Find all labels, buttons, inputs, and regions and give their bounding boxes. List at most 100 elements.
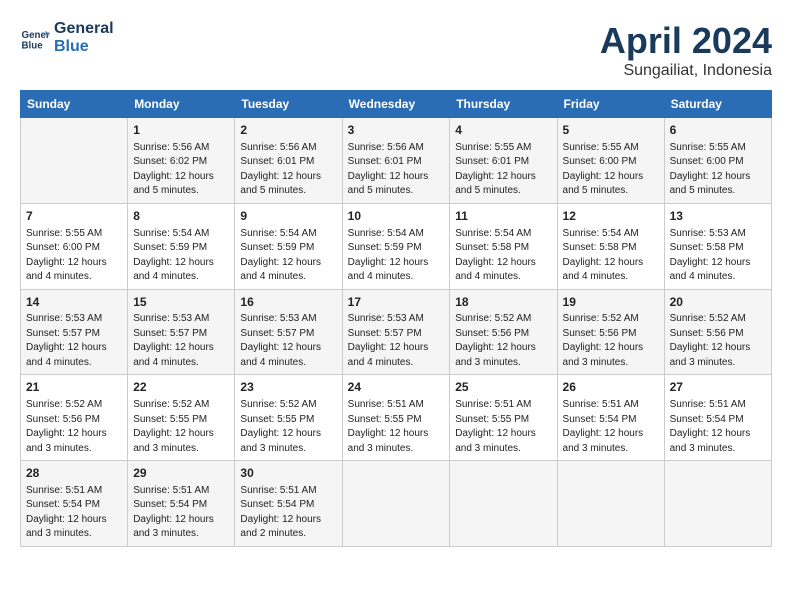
day-number: 9 (240, 208, 336, 225)
calendar-cell (450, 461, 557, 547)
calendar-cell: 20Sunrise: 5:52 AM Sunset: 5:56 PM Dayli… (664, 289, 771, 375)
day-number: 28 (26, 465, 122, 482)
day-number: 15 (133, 294, 229, 311)
day-info: Sunrise: 5:54 AM Sunset: 5:58 PM Dayligh… (455, 227, 551, 285)
calendar-header-row: SundayMondayTuesdayWednesdayThursdayFrid… (21, 91, 772, 118)
day-info: Sunrise: 5:55 AM Sunset: 6:00 PM Dayligh… (26, 227, 122, 285)
svg-text:Blue: Blue (22, 40, 44, 51)
calendar-cell: 17Sunrise: 5:53 AM Sunset: 5:57 PM Dayli… (342, 289, 450, 375)
day-number: 4 (455, 122, 551, 139)
day-info: Sunrise: 5:51 AM Sunset: 5:54 PM Dayligh… (563, 398, 659, 456)
day-number: 13 (670, 208, 766, 225)
day-info: Sunrise: 5:51 AM Sunset: 5:54 PM Dayligh… (670, 398, 766, 456)
day-number: 16 (240, 294, 336, 311)
day-info: Sunrise: 5:52 AM Sunset: 5:56 PM Dayligh… (670, 312, 766, 370)
col-header-saturday: Saturday (664, 91, 771, 118)
title-block: April 2024 Sungailiat, Indonesia (600, 20, 772, 80)
calendar-cell: 26 Sunrise: 5:51 AM Sunset: 5:54 PM Dayli… (557, 375, 664, 461)
col-header-friday: Friday (557, 91, 664, 118)
day-info: Sunrise: 5:54 AM Sunset: 5:58 PM Dayligh… (563, 227, 659, 285)
calendar-cell: 15Sunrise: 5:53 AM Sunset: 5:57 PM Dayli… (128, 289, 235, 375)
calendar-cell: 23Sunrise: 5:52 AM Sunset: 5:55 PM Dayli… (235, 375, 342, 461)
calendar-cell: 25Sunrise: 5:51 AM Sunset: 5:55 PM Dayli… (450, 375, 557, 461)
month-title: April 2024 (600, 20, 772, 62)
calendar-cell: 11 Sunrise: 5:54 AM Sunset: 5:58 PM Dayli… (450, 203, 557, 289)
calendar-cell: 18Sunrise: 5:52 AM Sunset: 5:56 PM Dayli… (450, 289, 557, 375)
col-header-sunday: Sunday (21, 91, 128, 118)
day-number: 2 (240, 122, 336, 139)
calendar-cell: 16Sunrise: 5:53 AM Sunset: 5:57 PM Dayli… (235, 289, 342, 375)
calendar-cell: 13 Sunrise: 5:53 AM Sunset: 5:58 PM Dayli… (664, 203, 771, 289)
day-info: Sunrise: 5:53 AM Sunset: 5:57 PM Dayligh… (348, 312, 445, 370)
day-number: 19 (563, 294, 659, 311)
calendar-cell: 27 Sunrise: 5:51 AM Sunset: 5:54 PM Dayli… (664, 375, 771, 461)
day-info: Sunrise: 5:54 AM Sunset: 5:59 PM Dayligh… (348, 227, 445, 285)
day-number: 6 (670, 122, 766, 139)
day-info: Sunrise: 5:52 AM Sunset: 5:56 PM Dayligh… (26, 398, 122, 456)
day-info: Sunrise: 5:55 AM Sunset: 6:00 PM Dayligh… (670, 141, 766, 199)
calendar-cell (21, 118, 128, 204)
calendar-cell: 14Sunrise: 5:53 AM Sunset: 5:57 PM Dayli… (21, 289, 128, 375)
day-info: Sunrise: 5:56 AM Sunset: 6:01 PM Dayligh… (348, 141, 445, 199)
col-header-thursday: Thursday (450, 91, 557, 118)
logo-line2: Blue (54, 38, 114, 56)
day-number: 22 (133, 379, 229, 396)
day-info: Sunrise: 5:52 AM Sunset: 5:55 PM Dayligh… (133, 398, 229, 456)
calendar-cell: 30 Sunrise: 5:51 AM Sunset: 5:54 PM Dayli… (235, 461, 342, 547)
day-number: 7 (26, 208, 122, 225)
calendar-cell: 8 Sunrise: 5:54 AM Sunset: 5:59 PM Daylig… (128, 203, 235, 289)
location-subtitle: Sungailiat, Indonesia (600, 62, 772, 80)
day-info: Sunrise: 5:51 AM Sunset: 5:54 PM Dayligh… (133, 484, 229, 542)
day-number: 20 (670, 294, 766, 311)
day-info: Sunrise: 5:51 AM Sunset: 5:55 PM Dayligh… (455, 398, 551, 456)
week-row-5: 28 Sunrise: 5:51 AM Sunset: 5:54 PM Dayli… (21, 461, 772, 547)
day-number: 11 (455, 208, 551, 225)
logo: General Blue General Blue (20, 20, 114, 55)
calendar-cell: 21 Sunrise: 5:52 AM Sunset: 5:56 PM Dayli… (21, 375, 128, 461)
calendar-table: SundayMondayTuesdayWednesdayThursdayFrid… (20, 90, 772, 547)
calendar-cell: 24 Sunrise: 5:51 AM Sunset: 5:55 PM Dayli… (342, 375, 450, 461)
day-number: 1 (133, 122, 229, 139)
day-number: 3 (348, 122, 445, 139)
week-row-2: 7 Sunrise: 5:55 AM Sunset: 6:00 PM Daylig… (21, 203, 772, 289)
day-info: Sunrise: 5:52 AM Sunset: 5:56 PM Dayligh… (455, 312, 551, 370)
calendar-cell: 5 Sunrise: 5:55 AM Sunset: 6:00 PM Daylig… (557, 118, 664, 204)
calendar-cell: 19Sunrise: 5:52 AM Sunset: 5:56 PM Dayli… (557, 289, 664, 375)
day-number: 8 (133, 208, 229, 225)
day-info: Sunrise: 5:51 AM Sunset: 5:55 PM Dayligh… (348, 398, 445, 456)
day-info: Sunrise: 5:55 AM Sunset: 6:00 PM Dayligh… (563, 141, 659, 199)
day-number: 14 (26, 294, 122, 311)
day-number: 27 (670, 379, 766, 396)
day-number: 18 (455, 294, 551, 311)
logo-line1: General (54, 20, 114, 38)
day-number: 10 (348, 208, 445, 225)
calendar-cell: 12Sunrise: 5:54 AM Sunset: 5:58 PM Dayli… (557, 203, 664, 289)
calendar-cell: 3 Sunrise: 5:56 AM Sunset: 6:01 PM Daylig… (342, 118, 450, 204)
day-info: Sunrise: 5:54 AM Sunset: 5:59 PM Dayligh… (133, 227, 229, 285)
day-number: 21 (26, 379, 122, 396)
day-number: 30 (240, 465, 336, 482)
day-info: Sunrise: 5:53 AM Sunset: 5:57 PM Dayligh… (133, 312, 229, 370)
calendar-cell: 2 Sunrise: 5:56 AM Sunset: 6:01 PM Daylig… (235, 118, 342, 204)
day-info: Sunrise: 5:53 AM Sunset: 5:58 PM Dayligh… (670, 227, 766, 285)
day-info: Sunrise: 5:54 AM Sunset: 5:59 PM Dayligh… (240, 227, 336, 285)
calendar-cell: 1 Sunrise: 5:56 AM Sunset: 6:02 PM Daylig… (128, 118, 235, 204)
calendar-cell (342, 461, 450, 547)
calendar-cell: 29Sunrise: 5:51 AM Sunset: 5:54 PM Dayli… (128, 461, 235, 547)
day-info: Sunrise: 5:56 AM Sunset: 6:01 PM Dayligh… (240, 141, 336, 199)
calendar-cell: 10 Sunrise: 5:54 AM Sunset: 5:59 PM Dayli… (342, 203, 450, 289)
day-number: 5 (563, 122, 659, 139)
day-info: Sunrise: 5:51 AM Sunset: 5:54 PM Dayligh… (26, 484, 122, 542)
week-row-4: 21 Sunrise: 5:52 AM Sunset: 5:56 PM Dayli… (21, 375, 772, 461)
day-info: Sunrise: 5:51 AM Sunset: 5:54 PM Dayligh… (240, 484, 336, 542)
day-info: Sunrise: 5:53 AM Sunset: 5:57 PM Dayligh… (240, 312, 336, 370)
day-number: 26 (563, 379, 659, 396)
day-info: Sunrise: 5:55 AM Sunset: 6:01 PM Dayligh… (455, 141, 551, 199)
day-info: Sunrise: 5:56 AM Sunset: 6:02 PM Dayligh… (133, 141, 229, 199)
week-row-1: 1 Sunrise: 5:56 AM Sunset: 6:02 PM Daylig… (21, 118, 772, 204)
calendar-cell (557, 461, 664, 547)
day-number: 24 (348, 379, 445, 396)
day-info: Sunrise: 5:52 AM Sunset: 5:56 PM Dayligh… (563, 312, 659, 370)
day-info: Sunrise: 5:53 AM Sunset: 5:57 PM Dayligh… (26, 312, 122, 370)
day-info: Sunrise: 5:52 AM Sunset: 5:55 PM Dayligh… (240, 398, 336, 456)
